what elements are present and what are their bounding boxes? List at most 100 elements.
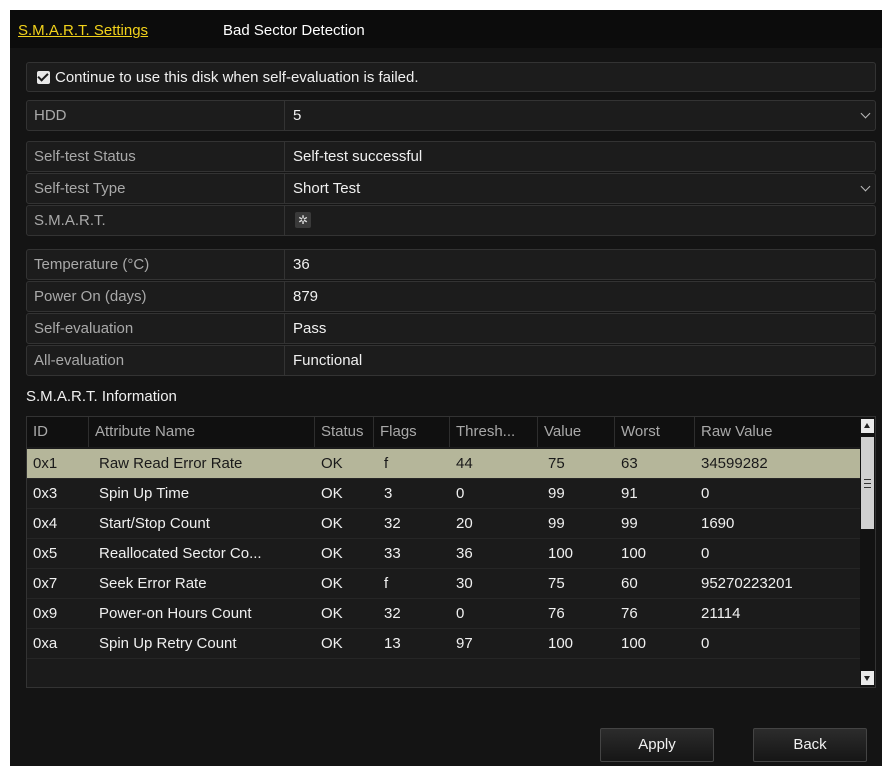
table-row[interactable]: 0x7 Seek Error Rate OK f 30 75 60 95270223201 [27,569,860,599]
self-evaluation-row: Self-evaluation Pass [26,313,876,344]
table-cell: 63 [621,455,638,472]
table-cell: 0 [701,635,710,652]
table-cell: 33 [384,545,401,562]
continue-checkbox[interactable] [37,71,50,84]
table-cell: 99 [548,485,565,502]
table-cell: Start/Stop Count [99,515,210,532]
table-cell: 0 [701,545,710,562]
chevron-down-icon[interactable] [860,108,871,119]
table-cell: Spin Up Retry Count [99,635,237,652]
table-cell: 0x3 [33,485,58,502]
table-cell: OK [321,545,343,562]
table-cell: 100 [548,635,574,652]
scroll-up-icon[interactable] [861,419,874,433]
table-cell: 21114 [701,605,741,622]
table-cell: OK [321,515,343,532]
table-cell: 44 [456,455,473,472]
table-cell: OK [321,575,343,592]
table-cell: 99 [548,515,565,532]
table-cell: OK [321,485,343,502]
table-row[interactable]: 0x3 Spin Up Time OK 3 0 99 91 0 [27,479,860,509]
column-header[interactable]: Raw Value [695,417,860,447]
self-test-status-row: Self-test Status Self-test successful [26,141,876,172]
table-header: ID Attribute Name Status Flags Thresh...… [27,417,860,447]
table-cell: f [384,455,389,472]
column-header[interactable]: Status [315,417,374,447]
table-cell: 36 [456,545,473,562]
table-row[interactable]: 0x1 Raw Read Error Rate OK f 44 75 63 34599282 [27,449,860,479]
temperature-row: Temperature (°C) 36 [26,249,876,280]
continue-checkbox-label: Continue to use this disk when self-eval… [55,69,419,86]
power-on-value: 879 [293,288,319,305]
tab-smart-settings[interactable]: S.M.A.R.T. Settings [18,22,148,39]
table-cell: 20 [456,515,473,532]
self-test-type-label: Self-test Type [27,174,285,203]
self-test-status-value: Self-test successful [293,148,423,165]
hdd-label: HDD [27,101,285,130]
table-cell: 32 [384,515,401,532]
table-cell: 76 [548,605,565,622]
table-cell: 0x7 [33,575,58,592]
table-cell: 60 [621,575,638,592]
table-row[interactable]: 0x4 Start/Stop Count OK 32 20 99 99 1690 [27,509,860,539]
table-cell: 76 [621,605,638,622]
column-header[interactable]: Flags [374,417,450,447]
table-cell: 75 [548,575,565,592]
table-cell: 100 [548,545,574,562]
table-row[interactable]: 0x5 Reallocated Sector Co... OK 33 36 100 100 0 [27,539,860,569]
temperature-label: Temperature (°C) [27,250,285,279]
self-test-status-label: Self-test Status [27,142,285,171]
gear-icon[interactable]: ✲ [295,212,311,228]
scrollbar[interactable] [860,417,875,687]
self-evaluation-value: Pass [293,320,327,337]
table-cell: Spin Up Time [99,485,190,502]
back-button[interactable]: Back [753,728,867,762]
column-header[interactable]: ID [27,417,89,447]
table-cell: OK [321,635,343,652]
column-header[interactable]: Value [538,417,615,447]
tab-bar: S.M.A.R.T. Settings Bad Sector Detection [10,10,882,48]
table-cell: 0 [701,485,710,502]
table-cell: 91 [621,485,638,502]
apply-button[interactable]: Apply [600,728,714,762]
table-cell: 0 [456,605,465,622]
table-cell: 97 [456,635,473,652]
table-cell: 99 [621,515,638,532]
column-header[interactable]: Thresh... [450,417,538,447]
table-row[interactable]: 0x9 Power-on Hours Count OK 32 0 76 76 21114 [27,599,860,629]
smart-row: S.M.A.R.T. ✲ [26,205,876,236]
table-cell: 0 [456,485,465,502]
hdd-row: HDD 5 [26,100,876,131]
all-evaluation-label: All-evaluation [27,346,285,375]
smart-settings-panel: S.M.A.R.T. Settings Bad Sector Detection… [10,10,882,766]
power-on-row: Power On (days) 879 [26,281,876,312]
continue-option: Continue to use this disk when self-eval… [26,62,876,92]
table-cell: 100 [621,635,647,652]
scrollbar-thumb[interactable] [861,437,874,529]
table-cell: f [384,575,389,592]
all-evaluation-row: All-evaluation Functional [26,345,876,376]
power-on-label: Power On (days) [27,282,285,311]
self-test-type-select[interactable]: Short Test [293,180,360,197]
table-cell: 0xa [33,635,58,652]
self-evaluation-label: Self-evaluation [27,314,285,343]
tab-bad-sector-detection[interactable]: Bad Sector Detection [223,22,365,39]
table-row[interactable]: 0xa Spin Up Retry Count OK 13 97 100 100 0 [27,629,860,659]
chevron-down-icon[interactable] [860,181,871,192]
column-header[interactable]: Worst [615,417,695,447]
table-cell: 100 [621,545,647,562]
table-cell: 0x4 [33,515,58,532]
table-cell: 75 [548,455,565,472]
table-cell: Raw Read Error Rate [99,455,243,472]
hdd-select[interactable]: 5 [293,107,301,124]
table-cell: 1690 [701,515,735,532]
column-header[interactable]: Attribute Name [89,417,315,447]
table-cell: 34599282 [701,455,768,472]
table-cell: Seek Error Rate [99,575,207,592]
table-cell: 95270223201 [701,575,793,592]
self-test-type-row: Self-test Type Short Test [26,173,876,204]
scroll-down-icon[interactable] [861,671,874,685]
all-evaluation-value: Functional [293,352,363,369]
table-cell: 3 [384,485,393,502]
table-cell: 30 [456,575,473,592]
